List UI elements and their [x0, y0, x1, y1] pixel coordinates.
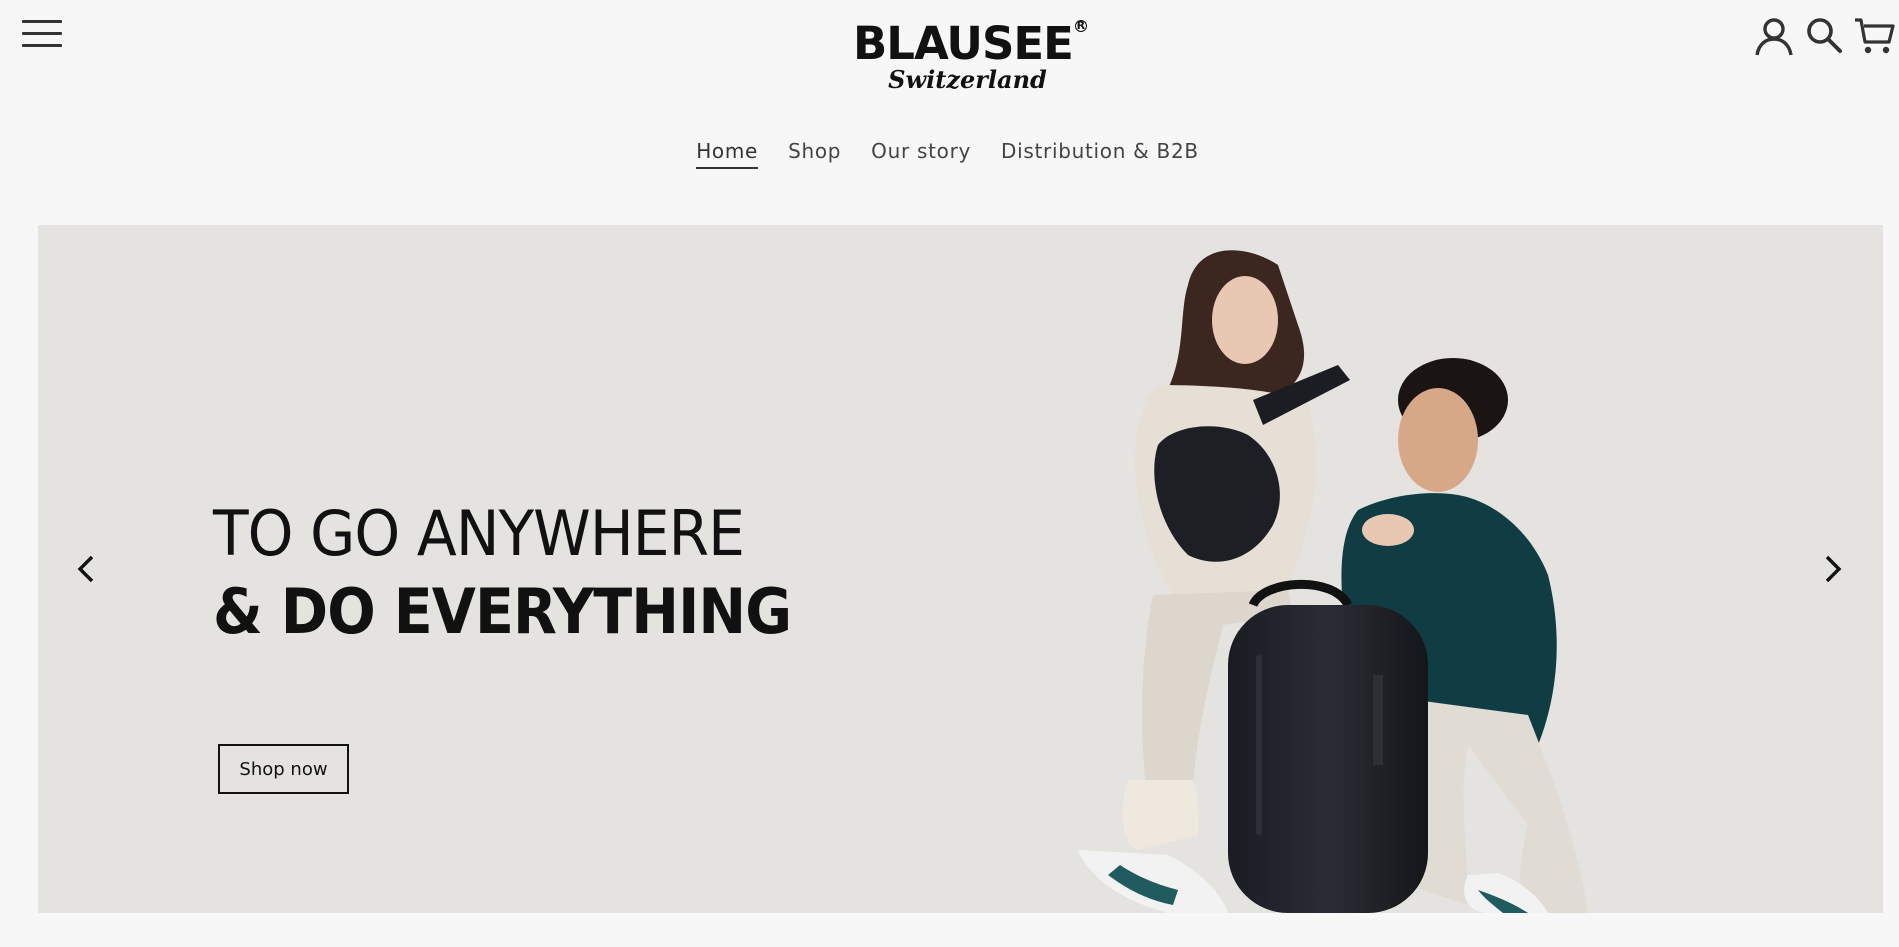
- nav-our-story[interactable]: Our story: [871, 137, 971, 169]
- backpack-zip: [1256, 655, 1262, 835]
- menu-icon[interactable]: [22, 20, 62, 52]
- nav-shop[interactable]: Shop: [788, 137, 841, 169]
- backpack-logo: [1373, 675, 1383, 765]
- header-icons: [1749, 14, 1899, 58]
- nav-home[interactable]: Home: [696, 137, 759, 169]
- woman-hand: [1362, 514, 1414, 546]
- white-sneaker: [1078, 850, 1228, 913]
- registered-mark: R: [1074, 19, 1087, 32]
- menu-bar: [22, 32, 62, 35]
- logo-subtitle: Switzerland: [888, 65, 1047, 94]
- chevron-right-icon[interactable]: [1813, 551, 1849, 587]
- site-header: BLAUSEE R Switzerland Home Shop Our stor…: [0, 0, 1899, 200]
- logo-brand-text: BLAUSEE: [853, 17, 1074, 70]
- headline-line-1: TO GO ANYWHERE: [213, 497, 745, 570]
- nav-distribution-b2b[interactable]: Distribution & B2B: [1001, 137, 1199, 169]
- man-face: [1398, 388, 1478, 492]
- hero-headline: TO GO ANYWHERE & DO EVERYTHING: [213, 495, 841, 651]
- account-icon[interactable]: [1749, 14, 1799, 58]
- logo-brand: BLAUSEE R: [853, 17, 1087, 70]
- woman-shoe: [1122, 780, 1198, 850]
- brand-logo[interactable]: BLAUSEE R Switzerland: [853, 18, 1087, 103]
- cart-icon[interactable]: [1849, 14, 1899, 58]
- hero-slider: TO GO ANYWHERE & DO EVERYTHING Shop now: [38, 225, 1883, 913]
- menu-bar: [22, 44, 62, 47]
- woman-face: [1212, 276, 1278, 364]
- chevron-left-icon[interactable]: [70, 551, 106, 587]
- hero-photo: [1078, 250, 1588, 913]
- shop-now-button[interactable]: Shop now: [218, 744, 349, 794]
- search-icon[interactable]: [1799, 14, 1849, 58]
- headline-line-2: & DO EVERYTHING: [213, 575, 792, 648]
- main-nav: Home Shop Our story Distribution & B2B: [0, 137, 1899, 169]
- menu-bar: [22, 20, 62, 23]
